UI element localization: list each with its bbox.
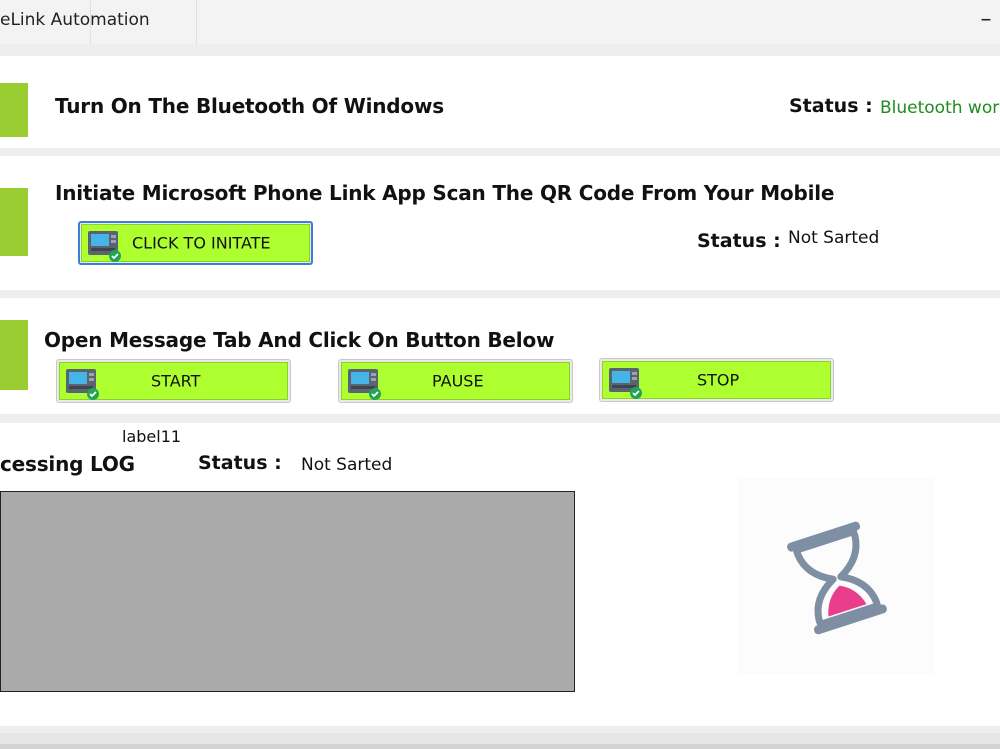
stop-button[interactable]: STOP: [599, 358, 834, 402]
atm-check-icon: [348, 369, 381, 400]
atm-check-icon: [609, 368, 642, 399]
message-heading: Open Message Tab And Click On Button Bel…: [44, 328, 555, 352]
busy-indicator: [737, 478, 935, 674]
start-button-label: START: [151, 371, 201, 391]
phone-link-status-value: Not Sarted: [788, 228, 880, 248]
initiate-button[interactable]: CLICK TO INITATE: [78, 221, 313, 265]
pause-button-label: PAUSE: [432, 371, 484, 391]
atm-check-icon: [66, 369, 99, 400]
bluetooth-status-label: Status :: [789, 95, 873, 117]
label11: label11: [122, 427, 182, 446]
section-marker: [0, 188, 28, 256]
section-marker: [0, 320, 28, 390]
bluetooth-panel: Turn On The Bluetooth Of Windows Status …: [0, 56, 1000, 148]
bottom-divider: [0, 744, 1000, 749]
start-button[interactable]: START: [56, 359, 291, 403]
phone-link-status-label: Status :: [697, 230, 781, 252]
pause-button[interactable]: PAUSE: [338, 359, 573, 403]
minimize-button[interactable]: –: [972, 4, 1000, 36]
phone-link-panel: Initiate Microsoft Phone Link App Scan T…: [0, 156, 1000, 290]
log-output-box[interactable]: [0, 491, 575, 692]
bluetooth-status-value: Bluetooth worki: [880, 98, 1000, 118]
atm-check-icon: [88, 231, 121, 262]
log-heading: cessing LOG: [0, 452, 135, 476]
initiate-button-label: CLICK TO INITATE: [132, 233, 271, 253]
bluetooth-heading: Turn On The Bluetooth Of Windows: [55, 94, 444, 118]
section-marker: [0, 83, 28, 137]
titlebar-divider: [90, 0, 91, 44]
hourglass-icon: [787, 521, 887, 635]
log-status-label: Status :: [198, 452, 282, 474]
status-strip: [0, 733, 1000, 749]
title-bar: eLink Automation –: [0, 0, 1000, 44]
window-title: eLink Automation: [0, 10, 150, 30]
stop-button-label: STOP: [697, 370, 740, 390]
phone-link-heading: Initiate Microsoft Phone Link App Scan T…: [55, 181, 835, 205]
log-status-value: Not Sarted: [301, 455, 393, 475]
titlebar-divider: [196, 0, 197, 44]
message-panel: Open Message Tab And Click On Button Bel…: [0, 298, 1000, 414]
